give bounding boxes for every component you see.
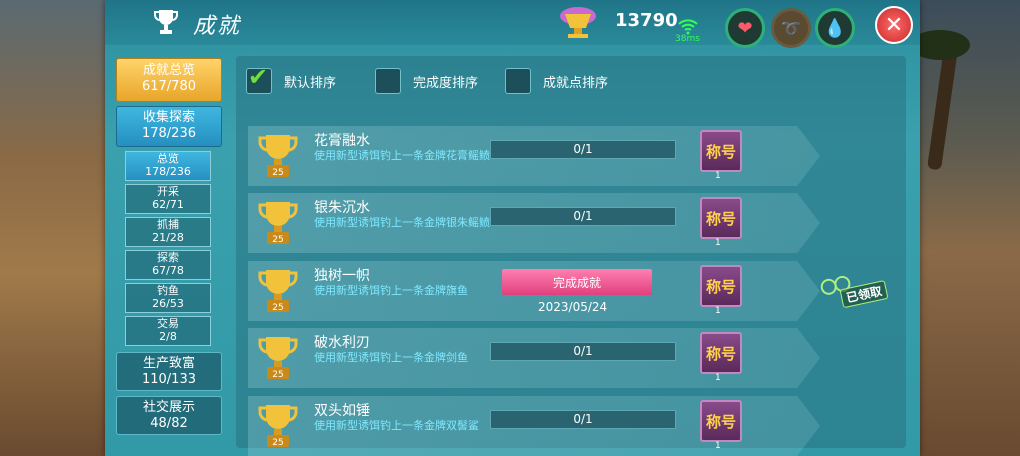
- progress-bar: 0/1: [490, 140, 676, 159]
- nav-overview-count: 617/780: [141, 79, 196, 94]
- nav-sub-trade[interactable]: 交易 2/8: [125, 316, 211, 346]
- progress-bar: 0/1: [490, 410, 676, 429]
- achievement-desc: 使用新型诱饵钓上一条金牌花膏鳐鲼: [314, 149, 490, 162]
- achievement-window: 成就 13790 38ms ❤ ➰ 💧 ✕ 成就总览 617/780 收集探索 …: [105, 0, 920, 456]
- hunger-stat[interactable]: ➰: [771, 8, 811, 48]
- nav-sub-count: 2/8: [159, 330, 177, 343]
- nav-collect-label: 收集探索: [142, 110, 195, 125]
- nav-social[interactable]: 社交展示 48/82: [116, 396, 222, 435]
- nav-social-count: 48/82: [150, 416, 188, 431]
- nav-overview[interactable]: 成就总览 617/780: [116, 58, 222, 102]
- achievement-desc: 使用新型诱饵钓上一条金牌旗鱼: [314, 284, 468, 297]
- nav-sub-count: 178/236: [145, 165, 191, 178]
- nav-sub-label: 抓捕: [157, 218, 179, 231]
- nav-production-count: 110/133: [141, 372, 196, 387]
- sort-points[interactable]: 成就点排序: [505, 68, 608, 94]
- nav-production-label: 生产致富: [142, 356, 195, 371]
- achievement-row[interactable]: 25 双头如锤 使用新型诱饵钓上一条金牌双髻鲨 0/1 称号 1: [248, 396, 820, 456]
- nav-collect-count: 178/236: [141, 126, 196, 141]
- achievement-row[interactable]: 25 花膏融水 使用新型诱饵钓上一条金牌花膏鳐鲼 0/1 称号 1: [248, 126, 820, 186]
- trophy-points: 25: [272, 168, 283, 178]
- progress-bar: 0/1: [490, 342, 676, 361]
- page-title: 成就: [193, 14, 242, 39]
- heart-icon: ❤: [737, 17, 753, 39]
- sort-completion-checkbox[interactable]: [375, 68, 401, 94]
- reward-count: 1: [715, 441, 721, 451]
- nav-social-label: 社交展示: [142, 400, 195, 415]
- reward-count: 1: [715, 373, 721, 383]
- reward-count: 1: [715, 171, 721, 181]
- achievement-desc: 使用新型诱饵钓上一条金牌剑鱼: [314, 351, 468, 364]
- nav-production[interactable]: 生产致富 110/133: [116, 352, 222, 391]
- close-icon: ✕: [884, 12, 904, 38]
- achievement-panel: ✔ 默认排序 完成度排序 成就点排序 25 花膏融水 使用新型诱饵钓上一条金牌花…: [236, 56, 906, 456]
- title-reward-badge[interactable]: 称号: [700, 400, 742, 442]
- gold-trophy-icon: 25: [258, 270, 298, 313]
- achievement-points: 13790: [615, 10, 678, 31]
- title-reward-badge[interactable]: 称号: [700, 130, 742, 172]
- sort-default-label: 默认排序: [284, 75, 337, 91]
- sort-default[interactable]: ✔ 默认排序: [246, 63, 337, 94]
- nav-sub-overview[interactable]: 总览 178/236: [125, 151, 211, 181]
- achievement-desc: 使用新型诱饵钓上一条金牌银朱鳐鲼: [314, 216, 490, 229]
- nav-sub-capture[interactable]: 抓捕 21/28: [125, 217, 211, 247]
- nav-sub-count: 21/28: [152, 231, 184, 244]
- completed-banner: 完成成就: [502, 269, 652, 295]
- nav-sub-label: 开采: [157, 185, 179, 198]
- background-left: [0, 0, 110, 456]
- nav-sub-mining[interactable]: 开采 62/71: [125, 184, 211, 214]
- sort-points-label: 成就点排序: [543, 75, 609, 91]
- completed-date: 2023/05/24: [538, 300, 608, 314]
- achievement-name: 双头如锤: [314, 403, 370, 419]
- check-icon: ✔: [248, 63, 269, 91]
- achievement-row[interactable]: 25 银朱沉水 使用新型诱饵钓上一条金牌银朱鳐鲼 0/1 称号 1: [248, 193, 820, 253]
- nav-sub-fishing[interactable]: 钓鱼 26/53: [125, 283, 211, 313]
- achievement-name: 破水利刃: [314, 335, 370, 351]
- sort-points-checkbox[interactable]: [505, 68, 531, 94]
- nav-sub-label: 探索: [157, 251, 179, 264]
- sort-completion[interactable]: 完成度排序: [375, 68, 478, 94]
- health-stat[interactable]: ❤: [725, 8, 765, 48]
- gold-trophy-icon: 25: [258, 202, 298, 245]
- food-icon: ➰: [781, 18, 801, 38]
- nav-collect-explore[interactable]: 收集探索 178/236: [116, 106, 222, 147]
- trophy-points: 25: [272, 235, 283, 245]
- gold-trophy-icon: 25: [258, 405, 298, 448]
- achievement-name: 花膏融水: [314, 133, 370, 149]
- achievement-desc: 使用新型诱饵钓上一条金牌双髻鲨: [314, 419, 479, 432]
- water-stat[interactable]: 💧: [815, 8, 855, 48]
- wifi-icon: [678, 19, 698, 35]
- achievement-row[interactable]: 25 破水利刃 使用新型诱饵钓上一条金牌剑鱼 0/1 称号 1: [248, 328, 820, 388]
- close-button[interactable]: ✕: [875, 6, 913, 44]
- nav-overview-label: 成就总览: [142, 63, 195, 78]
- nav-sub-label: 交易: [157, 317, 179, 330]
- gold-trophy-icon: 25: [258, 135, 298, 178]
- ping-text: 38ms: [675, 34, 700, 44]
- trophy-points: 25: [272, 370, 283, 380]
- title-reward-badge[interactable]: 称号: [700, 197, 742, 239]
- trophy-points: 25: [272, 303, 283, 313]
- sort-default-checkbox[interactable]: ✔: [246, 63, 272, 94]
- sort-completion-label: 完成度排序: [413, 75, 479, 91]
- trophy-icon: [154, 10, 178, 34]
- progress-bar: 0/1: [490, 207, 676, 226]
- achievement-row-completed[interactable]: 25 独树一帜 使用新型诱饵钓上一条金牌旗鱼 完成成就 2023/05/24 称…: [248, 261, 820, 321]
- nav-sub-count: 62/71: [152, 198, 184, 211]
- nav-sub-count: 67/78: [152, 264, 184, 277]
- nav-sub-label: 总览: [157, 152, 179, 165]
- title-bar: 成就 13790 38ms ❤ ➰ 💧 ✕: [105, 0, 920, 48]
- gold-trophy-icon: 25: [258, 337, 298, 380]
- nav-sub-label: 钓鱼: [157, 284, 179, 297]
- nav-sub-count: 26/53: [152, 297, 184, 310]
- gold-cup-icon: [560, 7, 596, 38]
- achievement-name: 银朱沉水: [314, 200, 370, 216]
- trophy-points: 25: [272, 438, 283, 448]
- water-drop-icon: 💧: [823, 17, 847, 39]
- reward-count: 1: [715, 238, 721, 248]
- title-reward-badge[interactable]: 称号: [700, 265, 742, 307]
- title-reward-badge[interactable]: 称号: [700, 332, 742, 374]
- nav-sub-explore[interactable]: 探索 67/78: [125, 250, 211, 280]
- achievement-name: 独树一帜: [314, 268, 370, 284]
- reward-count: 1: [715, 306, 721, 316]
